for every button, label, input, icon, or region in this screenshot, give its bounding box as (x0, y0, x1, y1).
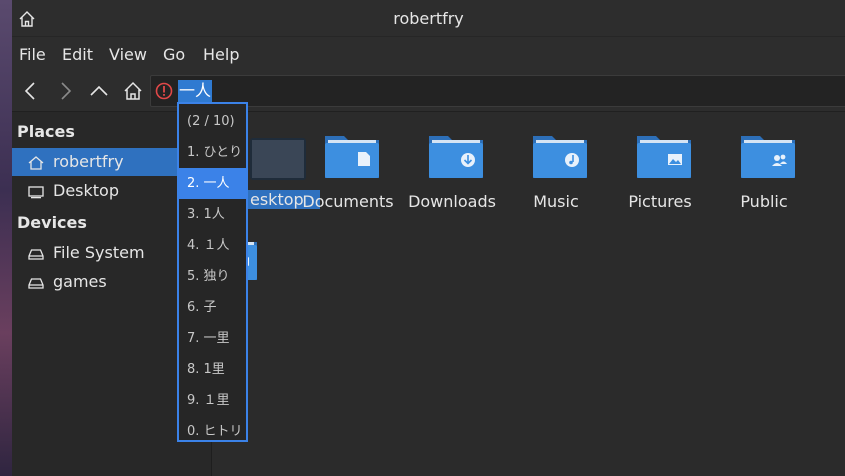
menu-edit[interactable]: Edit (62, 45, 93, 64)
ime-candidate[interactable]: 9. １里 (179, 385, 246, 416)
ime-candidate[interactable]: 3. 1人 (179, 199, 246, 230)
titlebar: robertfry (12, 0, 845, 37)
ime-candidate[interactable]: 4. １人 (179, 230, 246, 261)
folder-pictures[interactable]: Pictures (612, 112, 708, 211)
up-button[interactable] (88, 80, 110, 102)
sidebar-item-label: Desktop (53, 181, 119, 200)
folder-icon (741, 136, 795, 178)
sidebar-item-label: robertfry (53, 152, 124, 171)
folder-music[interactable]: Music (508, 112, 604, 211)
folder-label: Pictures (628, 192, 692, 211)
folder-icon (325, 136, 379, 178)
folder-icon (533, 136, 587, 178)
chevron-right-icon (61, 82, 72, 100)
menu-view[interactable]: View (109, 45, 147, 64)
sidebar-item-label: games (53, 272, 107, 291)
menu-file[interactable]: File (19, 45, 46, 64)
toolbar: 一人 (12, 71, 845, 112)
folder-documents[interactable]: Documents (300, 112, 396, 211)
ime-candidate[interactable]: 8. 1里 (179, 354, 246, 385)
chevron-up-icon (90, 85, 108, 96)
ime-candidate-popup: (2 / 10) 1. ひとり 2. 一人 3. 1人 4. １人 5. 独り … (177, 102, 248, 442)
location-text[interactable]: 一人 (178, 80, 213, 102)
ime-candidate[interactable]: 0. ヒトリ (179, 416, 246, 447)
file-manager-window: robertfry File Edit View Go Help 一人 Plac… (12, 0, 845, 476)
home-button[interactable] (122, 80, 144, 102)
ime-candidate[interactable]: 1. ひとり (179, 137, 246, 168)
desktop-icon (28, 184, 44, 199)
home-icon (28, 155, 44, 170)
desktop-background (0, 0, 12, 476)
drive-icon (28, 246, 44, 260)
folder-label: Public (740, 192, 788, 211)
ime-candidate[interactable]: 5. 独り (179, 261, 246, 292)
chevron-left-icon (24, 82, 35, 100)
ime-candidate-selected[interactable]: 2. 一人 (179, 168, 246, 199)
back-button[interactable] (20, 80, 42, 102)
drive-icon (28, 275, 44, 289)
sidebar-item-label: File System (53, 243, 145, 262)
folder-downloads[interactable]: Downloads (404, 112, 500, 211)
ime-page-indicator: (2 / 10) (187, 114, 235, 129)
folder-icon (637, 136, 691, 178)
folder-public[interactable]: Public (716, 112, 812, 211)
folder-label: Downloads (408, 192, 496, 211)
location-field[interactable]: 一人 (150, 75, 845, 107)
error-icon (155, 82, 173, 100)
menu-go[interactable]: Go (163, 45, 185, 64)
devices-heading: Devices (17, 213, 87, 232)
ime-candidate[interactable]: 6. 子 (179, 292, 246, 323)
folder-label: Music (533, 192, 579, 211)
home-icon (124, 81, 142, 100)
ime-candidate[interactable]: 7. 一里 (179, 323, 246, 354)
window-title: robertfry (393, 9, 464, 28)
folder-label: Documents (302, 192, 394, 211)
folder-icon (429, 136, 483, 178)
desktop-folder-icon (250, 138, 306, 180)
menubar: File Edit View Go Help (12, 37, 845, 71)
menu-help[interactable]: Help (203, 45, 239, 64)
places-heading: Places (17, 122, 75, 141)
forward-button[interactable] (54, 80, 76, 102)
